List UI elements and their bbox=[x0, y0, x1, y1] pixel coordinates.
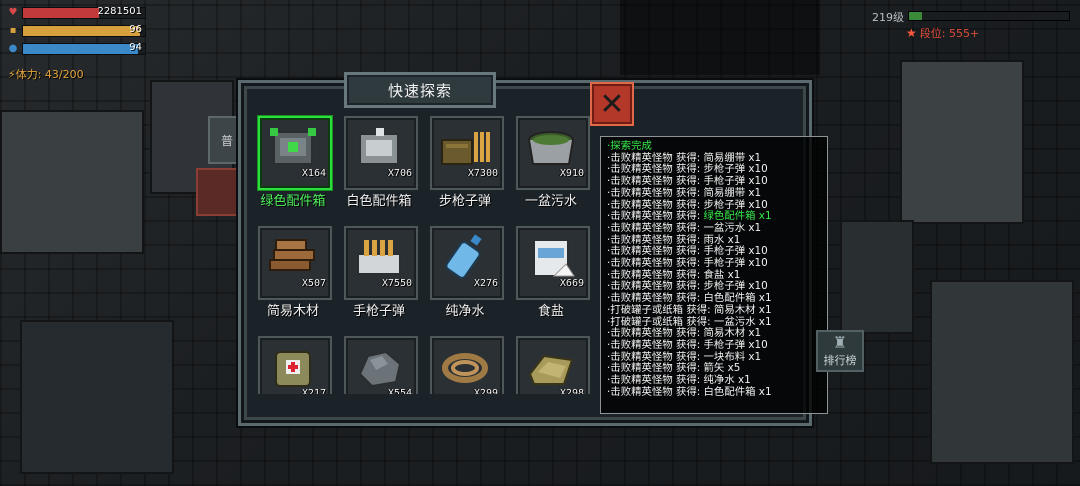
cloth-icon bbox=[528, 354, 574, 385]
salt-bag-icon bbox=[533, 239, 575, 277]
inventory-item[interactable]: X7300 步枪子弹 bbox=[426, 112, 504, 222]
pistol-ammo-icon bbox=[357, 240, 401, 275]
item-count: X910 bbox=[559, 168, 584, 179]
dirty-water-basin-icon bbox=[528, 131, 574, 165]
log-line: ·探索完成 bbox=[607, 140, 652, 152]
item-grid-scroll[interactable]: X164 绿色配件箱 X706 白色配件箱 X7300 步枪子弹 X910 一盆污水 X507 简… bbox=[250, 112, 590, 394]
level-bar-fill bbox=[909, 12, 922, 20]
item-count: X669 bbox=[559, 278, 584, 289]
item-name: 纯净水 bbox=[445, 304, 485, 319]
stone-icon bbox=[358, 350, 402, 388]
inventory-item[interactable]: X298 bbox=[512, 332, 590, 394]
level-panel: 219级 ★ 段位: 555+ bbox=[872, 8, 1072, 48]
item-count: X217 bbox=[301, 388, 326, 394]
side-red-button[interactable] bbox=[196, 168, 244, 216]
log-line: ·击败精英怪物 获得: 简易绷带 x1 bbox=[607, 186, 762, 199]
hp-value: 2281501 bbox=[97, 6, 142, 17]
item-count: X7300 bbox=[467, 168, 498, 179]
rank-display: ★ 段位: 555+ bbox=[906, 25, 979, 41]
level-text: 219级 bbox=[872, 11, 904, 24]
item-count: X276 bbox=[473, 278, 498, 289]
log-line: ·击败精英怪物 获得: 一盆污水 x1 bbox=[607, 221, 762, 234]
item-name: 手枪子弹 bbox=[352, 304, 405, 319]
item-count: X7550 bbox=[381, 278, 412, 289]
log-line: ·击败精英怪物 获得: 纯净水 x1 bbox=[607, 374, 751, 387]
first-aid-backpack-icon bbox=[275, 351, 311, 387]
hp-bar-fill bbox=[23, 8, 99, 18]
inventory-item[interactable]: X910 一盆污水 bbox=[512, 112, 590, 222]
item-count: X554 bbox=[387, 388, 412, 394]
close-button[interactable]: ✕ bbox=[590, 82, 634, 126]
hp-row: ♥ 2281501 bbox=[8, 6, 146, 20]
close-icon: ✕ bbox=[599, 86, 625, 122]
leaderboard-button[interactable]: ♜ 排行榜 bbox=[816, 330, 864, 372]
water-value: 94 bbox=[129, 42, 142, 53]
green-parts-box-icon bbox=[270, 128, 316, 165]
item-count: X164 bbox=[301, 168, 326, 179]
water-row: ● 94 bbox=[8, 42, 146, 56]
item-name: 步枪子弹 bbox=[438, 194, 491, 209]
log-line: ·打破罐子或纸箱 获得: 简易木材 x1 bbox=[607, 303, 772, 316]
inventory-item[interactable]: X7550 手枪子弹 bbox=[340, 222, 418, 332]
item-name: 食盐 bbox=[537, 304, 564, 319]
log-line: ·击败精英怪物 获得: 手枪子弹 x10 bbox=[607, 257, 768, 270]
inventory-item[interactable]: X299 bbox=[426, 332, 504, 394]
log-line-highlight: 绿色配件箱 x1 bbox=[703, 210, 772, 223]
hp-bar: 2281501 bbox=[22, 6, 146, 19]
heart-icon: ♥ bbox=[8, 7, 18, 18]
item-count: X706 bbox=[387, 168, 412, 179]
item-grid: X164 绿色配件箱 X706 白色配件箱 X7300 步枪子弹 X910 一盆污水 X507 简… bbox=[250, 112, 590, 394]
rank-text: 段位: 555+ bbox=[919, 27, 980, 40]
item-count: X299 bbox=[473, 388, 498, 394]
leaderboard-label: 排行榜 bbox=[823, 354, 857, 367]
stamina-text: 体力: 43/200 bbox=[15, 68, 84, 81]
rope-icon bbox=[442, 353, 488, 383]
lightning-icon: ⚡ bbox=[8, 68, 16, 81]
item-name: 绿色配件箱 bbox=[260, 194, 326, 209]
star-icon: ★ bbox=[906, 26, 917, 40]
water-bar-fill bbox=[23, 44, 138, 54]
side-mode-label: 普 bbox=[220, 133, 233, 148]
log-line: ·击败精英怪物 获得: 白色配件箱 x1 bbox=[607, 385, 772, 398]
white-parts-box-icon bbox=[359, 128, 399, 165]
item-name: 一盆污水 bbox=[524, 194, 577, 209]
inventory-item[interactable]: X507 简易木材 bbox=[254, 222, 332, 332]
water-bar: 94 bbox=[22, 42, 146, 55]
item-name: 白色配件箱 bbox=[346, 194, 412, 209]
item-count: X298 bbox=[559, 388, 584, 394]
explore-log[interactable]: ·探索完成 ·击败精英怪物 获得: 简易绷带 x1 ·击败精英怪物 获得: 步枪子弹… bbox=[600, 136, 828, 414]
log-line: ·击败精英怪物 获得: 手枪子弹 x10 bbox=[607, 338, 768, 351]
panel-title: 快速探索 bbox=[344, 72, 496, 108]
inventory-item[interactable]: X217 bbox=[254, 332, 332, 394]
water-drop-icon: ● bbox=[8, 43, 18, 54]
water-bottle-icon bbox=[445, 234, 482, 279]
inventory-item[interactable]: X276 纯净水 bbox=[426, 222, 504, 332]
food-value: 96 bbox=[129, 24, 142, 35]
inventory-item[interactable]: X706 白色配件箱 bbox=[340, 112, 418, 222]
food-icon: ▪ bbox=[9, 25, 17, 36]
food-bar: 96 bbox=[22, 24, 146, 37]
inventory-item[interactable]: X164 绿色配件箱 bbox=[254, 112, 332, 222]
stamina-label: ⚡体力: 43/200 bbox=[8, 66, 84, 82]
item-name: 简易木材 bbox=[266, 304, 319, 319]
log-line-text: ·击败精英怪物 获得: bbox=[607, 210, 704, 223]
inventory-item[interactable]: X554 bbox=[340, 332, 418, 394]
rifle-ammo-icon bbox=[441, 132, 490, 165]
trophy-icon: ♜ bbox=[832, 333, 848, 352]
food-bar-fill bbox=[23, 26, 141, 36]
item-count: X507 bbox=[301, 278, 326, 289]
level-bar bbox=[908, 11, 1070, 21]
inventory-item[interactable]: X669 食盐 bbox=[512, 222, 590, 332]
food-row: ▪ 96 bbox=[8, 24, 146, 38]
wood-logs-icon bbox=[269, 239, 315, 271]
